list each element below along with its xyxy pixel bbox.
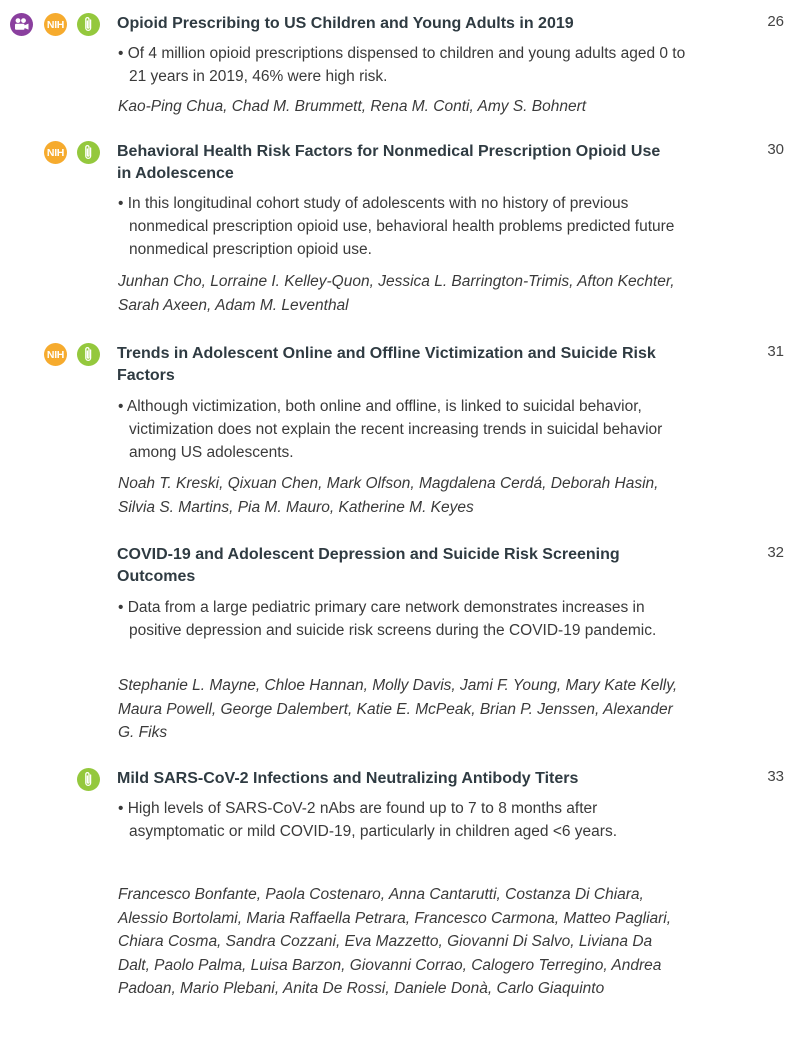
article-summary: • High levels of SARS-CoV-2 nAbs are fou… <box>118 800 618 840</box>
article-summary: • Data from a large pediatric primary ca… <box>118 599 657 639</box>
paperclip-icon <box>77 343 100 366</box>
article-summary: • Of 4 million opioid prescriptions disp… <box>118 45 686 85</box>
article-authors: Stephanie L. Mayne, Chloe Hannan, Molly … <box>118 677 678 741</box>
page-number: 31 <box>767 343 784 360</box>
page-number: 33 <box>767 768 784 785</box>
article-title[interactable]: Mild SARS-CoV-2 Infections and Neutraliz… <box>117 768 677 790</box>
nih-badge: NIH <box>44 343 67 366</box>
paperclip-icon <box>77 768 100 791</box>
paperclip-icon <box>77 13 100 36</box>
article-authors: Francesco Bonfante, Paola Costenaro, Ann… <box>118 886 672 997</box>
article-authors: Noah T. Kreski, Qixuan Chen, Mark Olfson… <box>118 475 659 516</box>
page-number: 32 <box>767 544 784 561</box>
article-authors: Junhan Cho, Lorraine I. Kelley-Quon, Jes… <box>118 273 675 314</box>
article-title[interactable]: Trends in Adolescent Online and Offline … <box>117 343 677 387</box>
article-summary: • Although victimization, both online an… <box>118 398 663 461</box>
article-summary: • In this longitudinal cohort study of a… <box>118 195 675 258</box>
article-title[interactable]: Opioid Prescribing to US Children and Yo… <box>117 13 677 35</box>
article-title[interactable]: COVID-19 and Adolescent Depression and S… <box>117 544 677 588</box>
paperclip-icon <box>77 141 100 164</box>
nih-badge: NIH <box>44 141 67 164</box>
video-icon <box>10 13 33 36</box>
article-title[interactable]: Behavioral Health Risk Factors for Nonme… <box>117 141 677 185</box>
article-authors: Kao-Ping Chua, Chad M. Brummett, Rena M.… <box>118 98 587 115</box>
nih-badge: NIH <box>44 13 67 36</box>
page-number: 30 <box>767 141 784 158</box>
page-number: 26 <box>767 13 784 30</box>
